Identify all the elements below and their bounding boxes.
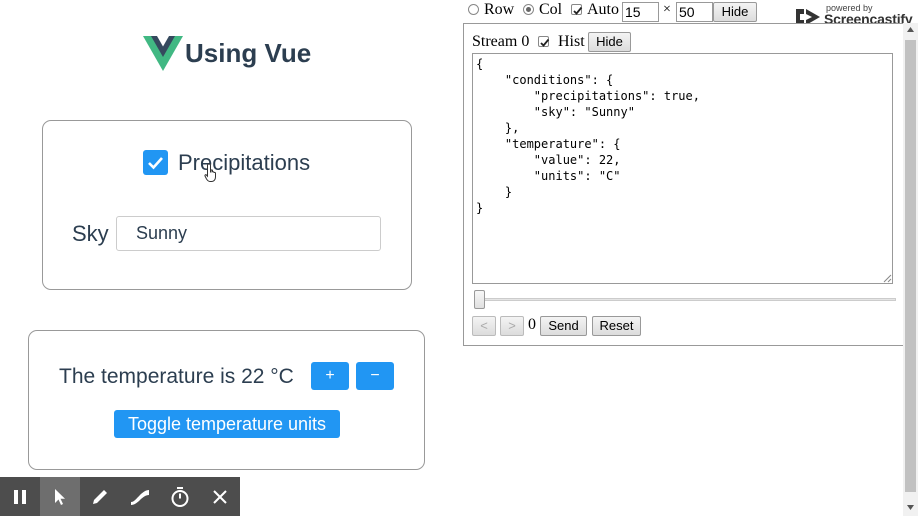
eraser-button[interactable] [120, 477, 160, 516]
cols-input[interactable] [676, 2, 713, 22]
stream-label: Stream 0 [472, 33, 530, 50]
page-scrollbar-thumb[interactable] [905, 40, 916, 492]
history-index: 0 [528, 316, 536, 333]
toggle-temperature-units-button[interactable]: Toggle temperature units [114, 410, 340, 438]
close-toolbar-button[interactable] [200, 477, 240, 516]
col-layout-radio[interactable] [523, 4, 534, 15]
recorder-toolbar [0, 477, 240, 516]
hand-cursor-icon [204, 163, 216, 182]
scroll-down-arrow-icon[interactable] [906, 503, 915, 511]
row-layout-radio[interactable] [468, 4, 479, 15]
checkmark-icon [540, 38, 550, 47]
rows-input[interactable] [622, 2, 659, 22]
history-slider-thumb[interactable] [474, 290, 485, 309]
row-layout-label[interactable]: Row [484, 1, 514, 19]
auto-label[interactable]: Auto [587, 1, 619, 19]
send-button[interactable]: Send [540, 316, 587, 336]
pen-icon [93, 489, 107, 504]
checkmark-icon [148, 157, 163, 170]
conditions-card [42, 120, 412, 290]
increase-temperature-button[interactable]: + [311, 362, 349, 390]
hist-label[interactable]: Hist [558, 33, 585, 51]
timer-icon [171, 486, 189, 507]
temperature-card [28, 330, 425, 470]
times-symbol: × [663, 2, 671, 17]
json-state-textarea[interactable]: { "conditions": { "precipitations": true… [472, 53, 893, 284]
app-title: Using Vue [185, 38, 312, 68]
pen-button[interactable] [80, 477, 120, 516]
eraser-icon [131, 489, 149, 505]
sky-label: Sky [72, 221, 109, 246]
scroll-up-arrow-icon[interactable] [906, 26, 915, 34]
pause-button[interactable] [0, 477, 40, 516]
history-slider-track[interactable] [474, 298, 896, 301]
sky-input[interactable] [116, 216, 381, 251]
hide-toolbar-button[interactable]: Hide [713, 2, 757, 22]
precipitations-checkbox[interactable] [143, 150, 168, 175]
resize-grip-icon[interactable] [883, 274, 892, 283]
previous-button[interactable]: < [472, 316, 496, 336]
pause-icon [14, 489, 26, 504]
next-button[interactable]: > [500, 316, 524, 336]
hide-stream-button[interactable]: Hide [588, 32, 631, 52]
precipitations-label[interactable]: Precipitations [178, 149, 310, 177]
pointer-button[interactable] [40, 477, 80, 516]
temperature-text: The temperature is 22 °C [59, 365, 294, 388]
pointer-icon [55, 488, 65, 505]
col-layout-label[interactable]: Col [539, 1, 562, 19]
hist-checkbox[interactable] [538, 36, 550, 47]
checkmark-icon [573, 6, 583, 15]
close-icon [213, 489, 227, 504]
timer-button[interactable] [160, 477, 200, 516]
reset-button[interactable]: Reset [592, 316, 641, 336]
auto-checkbox[interactable] [571, 4, 583, 15]
vue-logo-icon [143, 36, 183, 71]
decrease-temperature-button[interactable]: − [356, 362, 394, 390]
